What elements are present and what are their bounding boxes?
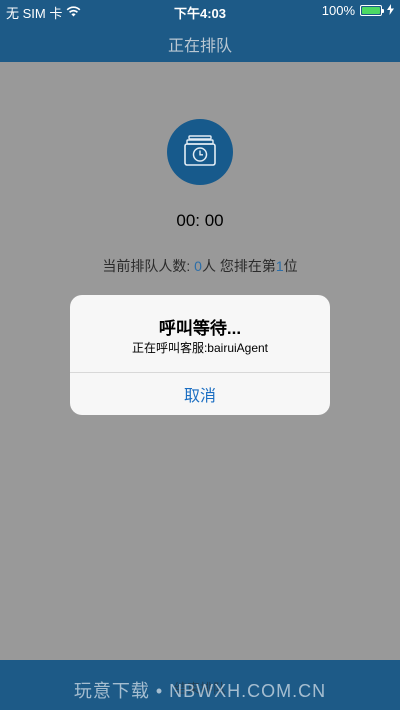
battery-percent: 100%: [321, 3, 355, 18]
queue-timer: 00: 00: [176, 211, 224, 230]
queue-position: 1: [275, 258, 284, 274]
clock-card-icon: [184, 135, 216, 166]
cancel-button[interactable]: 取消: [70, 373, 330, 415]
status-bar: 无 SIM 卡 下午4:03 100%: [0, 0, 400, 22]
queue-position-suffix: 位: [283, 258, 298, 274]
battery-icon: [360, 5, 384, 16]
status-right: 100%: [322, 3, 394, 18]
queue-count: 0: [194, 258, 202, 274]
queue-count-prefix: 当前排队人数:: [102, 258, 195, 274]
alert-title: 呼叫等待...: [158, 319, 242, 338]
charging-icon: [387, 3, 394, 18]
queue-info: 当前排队人数: 0人 您排在第1位: [0, 256, 400, 276]
watermark: 玩意下载 • NBWXH.COM.CN: [73, 681, 327, 701]
page-title: 正在排队: [167, 38, 232, 55]
call-wait-alert: 呼叫等待... 正在呼叫客服:bairuiAgent 取消: [70, 295, 330, 415]
queue-count-unit: 人 您排在第: [201, 258, 276, 274]
alert-message: 正在呼叫客服:bairuiAgent: [131, 341, 269, 355]
nav-bar: 正在排队: [0, 22, 400, 62]
battery-fill: [362, 7, 380, 14]
queue-icon: [167, 119, 233, 185]
